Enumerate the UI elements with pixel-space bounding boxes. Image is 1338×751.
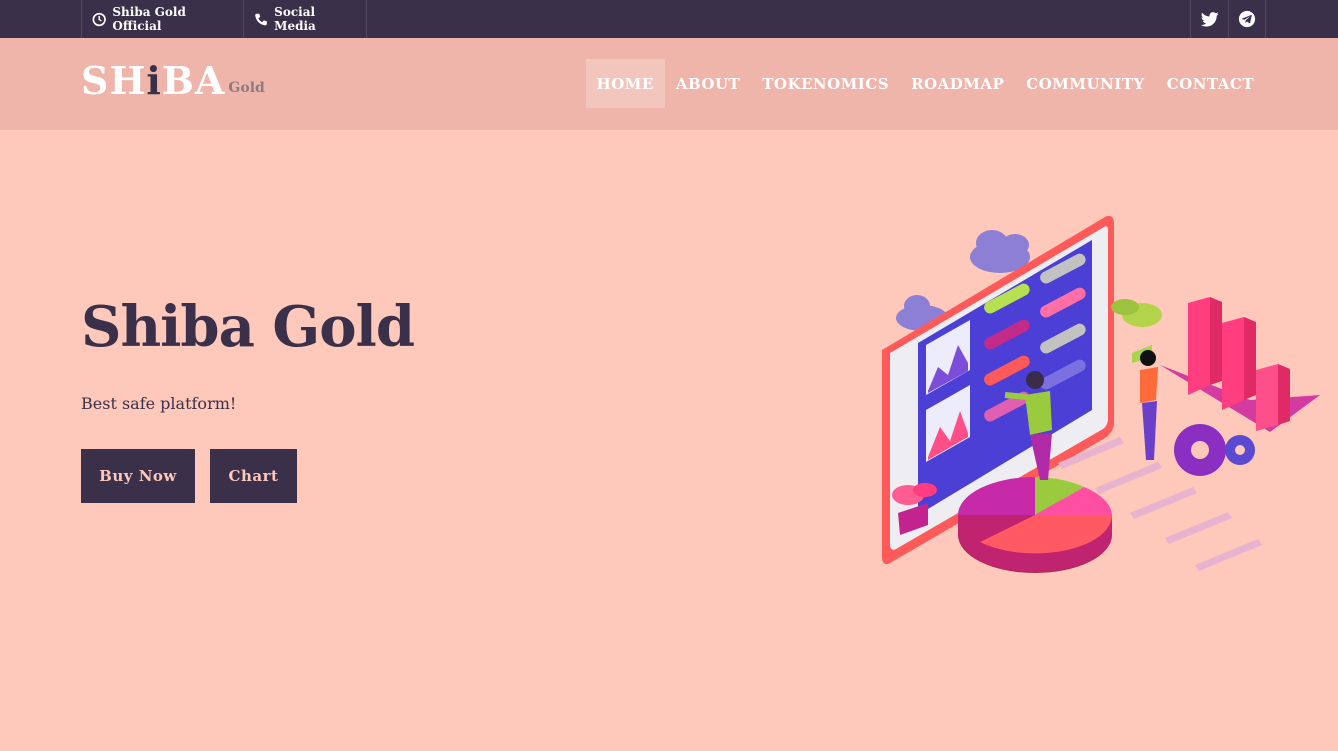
- telegram-link[interactable]: [1228, 0, 1266, 38]
- logo[interactable]: SHiBA Gold: [81, 60, 265, 102]
- bar-chart-icon: [1160, 297, 1320, 432]
- hero-title: Shiba Gold: [81, 294, 415, 360]
- chart-button[interactable]: Chart: [210, 449, 297, 503]
- official-link[interactable]: Shiba Gold Official: [81, 0, 244, 38]
- clock-icon: [92, 12, 106, 26]
- logo-wordmark: SHiBA: [81, 58, 226, 103]
- buy-now-button[interactable]: Buy Now: [81, 449, 195, 503]
- main-header: SHiBA Gold HOME ABOUT TOKENOMICS ROADMAP…: [0, 38, 1338, 130]
- nav-community[interactable]: COMMUNITY: [1015, 59, 1155, 108]
- top-bar: Shiba Gold Official Social Media: [0, 0, 1338, 38]
- hero-subtitle: Best safe platform!: [81, 394, 237, 413]
- nav-roadmap[interactable]: ROADMAP: [900, 59, 1015, 108]
- nav-tokenomics[interactable]: TOKENOMICS: [751, 59, 900, 108]
- nav-home[interactable]: HOME: [585, 59, 665, 108]
- person-icon: [1140, 350, 1158, 460]
- cloud-icon: [970, 230, 1030, 273]
- gear-icon: [1174, 424, 1255, 476]
- nav-about[interactable]: ABOUT: [665, 59, 751, 108]
- hero-illustration: [882, 215, 1320, 573]
- pie-chart-icon: [957, 477, 1113, 573]
- twitter-icon: [1200, 11, 1219, 27]
- twitter-link[interactable]: [1190, 0, 1228, 38]
- main-nav: HOME ABOUT TOKENOMICS ROADMAP COMMUNITY …: [585, 59, 1265, 108]
- social-label: Social Media: [274, 5, 316, 33]
- logo-sub: Gold: [228, 80, 265, 96]
- telegram-icon: [1238, 10, 1256, 28]
- phone-icon: [255, 13, 267, 25]
- official-label: Shiba Gold Official: [112, 5, 186, 33]
- nav-contact[interactable]: CONTACT: [1156, 59, 1265, 108]
- social-media-link[interactable]: Social Media: [243, 0, 367, 38]
